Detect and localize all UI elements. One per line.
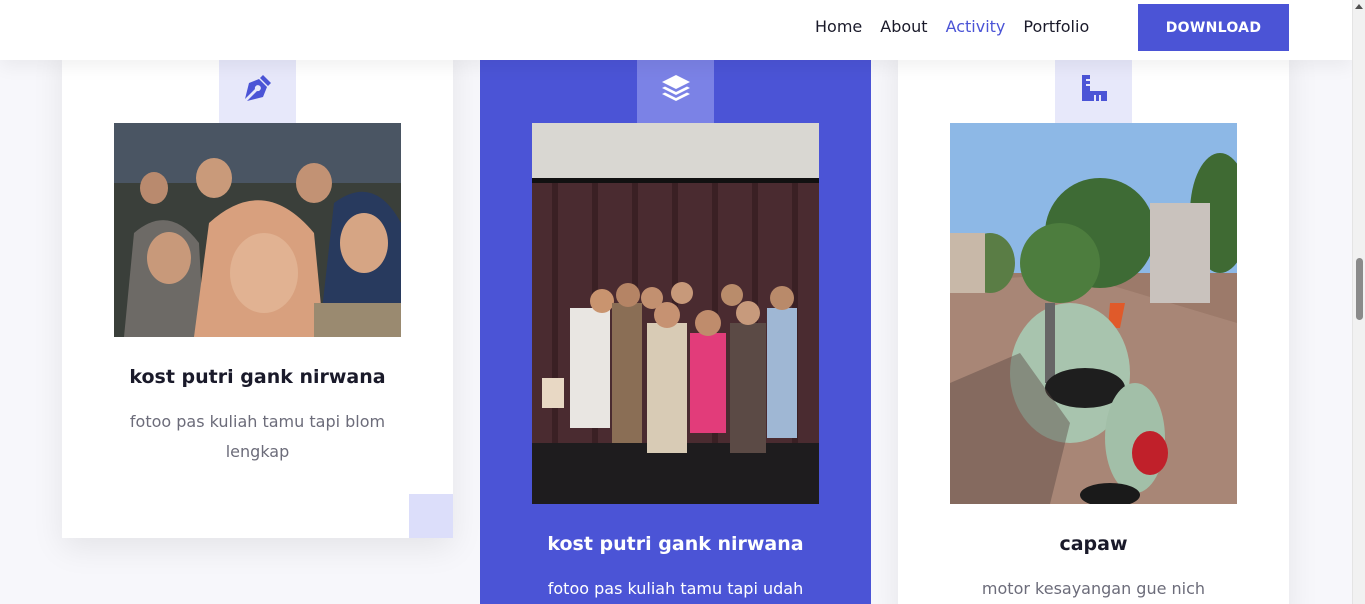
nav-link-portfolio[interactable]: Portfolio bbox=[1023, 17, 1089, 37]
activity-card-1[interactable]: kost putri gank nirwana fotoo pas kuliah… bbox=[62, 40, 453, 538]
card-title: kost putri gank nirwana bbox=[547, 533, 804, 555]
page-scrollbar[interactable] bbox=[1352, 0, 1365, 604]
corner-accent bbox=[409, 494, 453, 538]
ruler-icon bbox=[1081, 75, 1107, 101]
layers-icon bbox=[661, 75, 690, 101]
card-title: kost putri gank nirwana bbox=[129, 366, 386, 388]
group-selfie-photo bbox=[114, 123, 401, 337]
nav-link-home[interactable]: Home bbox=[815, 17, 862, 37]
scroll-up-arrow-icon[interactable] bbox=[1355, 4, 1363, 9]
activity-card-3[interactable]: capaw motor kesayangan gue nich bbox=[898, 40, 1289, 604]
card-photo bbox=[950, 123, 1237, 504]
activity-card-2[interactable]: kost putri gank nirwana fotoo pas kuliah… bbox=[480, 40, 871, 604]
card-description: fotoo pas kuliah tamu tapi udah bbox=[547, 579, 804, 598]
nav-links: Home About Activity Portfolio bbox=[815, 17, 1089, 37]
card-photo bbox=[532, 123, 819, 504]
nav-link-about[interactable]: About bbox=[880, 17, 927, 37]
download-button[interactable]: DOWNLOAD bbox=[1138, 4, 1289, 51]
top-navbar: Home About Activity Portfolio DOWNLOAD bbox=[0, 0, 1352, 60]
pen-nib-icon bbox=[244, 75, 271, 101]
card-description: motor kesayangan gue nich bbox=[981, 579, 1206, 598]
page: Home About Activity Portfolio DOWNLOAD k… bbox=[0, 0, 1365, 604]
card-title: capaw bbox=[1059, 533, 1128, 555]
group-stage-photo bbox=[532, 123, 819, 504]
card-photo bbox=[114, 123, 401, 337]
card-description: fotoo pas kuliah tamu tapi blom lengkap bbox=[129, 412, 386, 461]
nav-link-activity[interactable]: Activity bbox=[946, 17, 1006, 37]
scooter-photo bbox=[950, 123, 1237, 504]
scroll-thumb[interactable] bbox=[1356, 258, 1363, 320]
